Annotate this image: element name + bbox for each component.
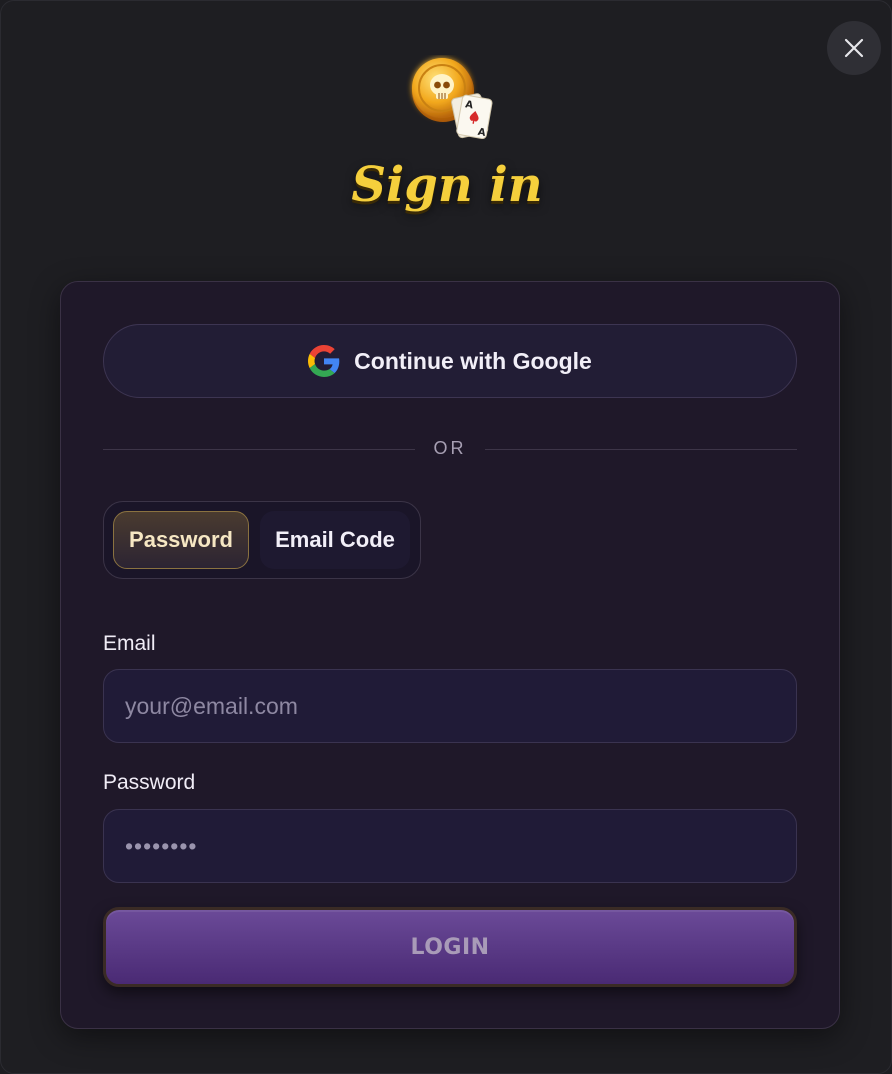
close-icon bbox=[844, 38, 864, 58]
tab-email-code[interactable]: Email Code bbox=[260, 511, 410, 569]
dialog-title: Sign in bbox=[351, 157, 543, 213]
close-button[interactable] bbox=[827, 21, 881, 75]
sign-in-card: Continue with Google OR Password Email C… bbox=[60, 281, 840, 1029]
email-field[interactable] bbox=[103, 669, 797, 743]
login-method-tabs: Password Email Code bbox=[103, 501, 421, 579]
login-button[interactable]: LOGIN bbox=[103, 907, 797, 987]
google-button-label: Continue with Google bbox=[354, 347, 592, 374]
divider-line-right bbox=[485, 449, 797, 450]
tab-password[interactable]: Password bbox=[113, 511, 249, 569]
login-button-label: LOGIN bbox=[410, 934, 490, 960]
continue-with-google-button[interactable]: Continue with Google bbox=[103, 324, 797, 398]
password-field[interactable] bbox=[103, 809, 797, 883]
password-label: Password bbox=[103, 771, 196, 794]
sign-in-dialog: A A Sign in Continue with Google OR Pass… bbox=[0, 0, 892, 1074]
google-icon bbox=[308, 345, 340, 377]
divider-line-left bbox=[103, 449, 415, 450]
email-label: Email bbox=[103, 632, 156, 655]
divider-text: OR bbox=[433, 438, 467, 458]
or-divider: OR bbox=[103, 438, 797, 462]
logo-icon: A A bbox=[405, 55, 497, 145]
